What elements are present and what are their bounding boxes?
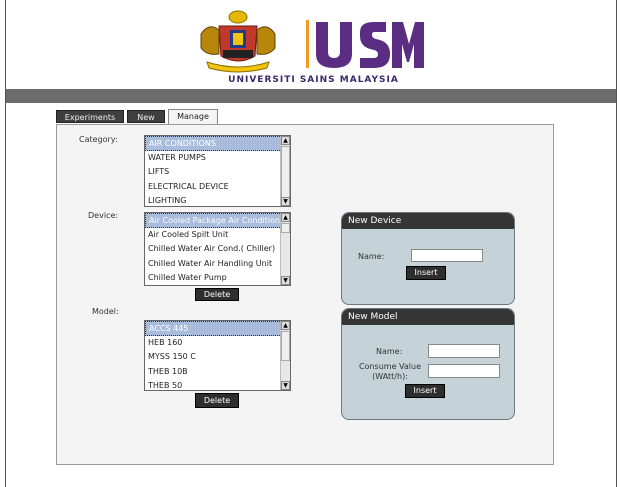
- model-name-label: Name:: [376, 347, 403, 356]
- device-name-label: Name:: [358, 252, 385, 261]
- consume-value-label-line2: (WAtt/h):: [372, 372, 408, 381]
- consume-value-label-line1: Consume Value: [359, 362, 422, 371]
- consume-value-label: Consume Value (WAtt/h):: [359, 362, 421, 382]
- usm-wordmark-logo: [306, 20, 424, 68]
- device-insert-button[interactable]: Insert: [406, 266, 446, 280]
- model-name-input[interactable]: [428, 344, 500, 358]
- list-item[interactable]: LIFTS: [145, 165, 290, 180]
- tab-new[interactable]: New: [127, 110, 165, 123]
- model-insert-button[interactable]: Insert: [405, 384, 445, 398]
- list-item[interactable]: LIGHTING: [145, 194, 290, 206]
- category-label: Category:: [79, 135, 118, 144]
- scroll-up-icon[interactable]: ▲: [281, 321, 290, 330]
- device-name-input[interactable]: [411, 249, 483, 262]
- device-label: Device:: [88, 211, 119, 220]
- scroll-thumb[interactable]: [281, 223, 290, 233]
- list-item[interactable]: ELECTRICAL DEVICE: [145, 180, 290, 195]
- list-item[interactable]: WATER PUMPS: [145, 151, 290, 166]
- list-item[interactable]: MYSS 150 C: [145, 350, 290, 365]
- consume-value-input[interactable]: [428, 364, 500, 378]
- list-item[interactable]: Air Cooled Package Air Condition: [145, 213, 290, 228]
- university-crest-logo: [200, 10, 276, 73]
- list-item[interactable]: AIR CONDITIONS: [145, 136, 290, 151]
- scroll-up-icon[interactable]: ▲: [281, 136, 290, 145]
- scroll-down-icon[interactable]: ▼: [281, 276, 290, 285]
- category-listbox[interactable]: AIR CONDITIONS WATER PUMPS LIFTS ELECTRI…: [144, 135, 291, 207]
- device-listbox[interactable]: Air Cooled Package Air Condition Air Coo…: [144, 212, 291, 286]
- scroll-thumb[interactable]: [281, 331, 290, 361]
- model-delete-button[interactable]: Delete: [195, 393, 239, 408]
- list-item[interactable]: Air Cooled Spilt Unit: [145, 228, 290, 243]
- scroll-down-icon[interactable]: ▼: [281, 381, 290, 390]
- site-header: UNIVERSITI SAINS MALAYSIA: [6, 0, 616, 88]
- new-device-title: New Device: [342, 213, 514, 229]
- list-item[interactable]: Chilled Water Air Handling Unit: [145, 257, 290, 272]
- model-listbox[interactable]: ACCS 445 HEB 160 MYSS 150 C THEB 10B THE…: [144, 320, 291, 391]
- header-divider-band: [6, 89, 616, 103]
- model-label: Model:: [92, 307, 119, 316]
- list-item[interactable]: ACCS 445: [145, 321, 290, 336]
- category-scrollbar[interactable]: ▲ ▼: [280, 136, 290, 206]
- scroll-thumb[interactable]: [281, 146, 290, 198]
- scroll-down-icon[interactable]: ▼: [281, 197, 290, 206]
- list-item[interactable]: HEB 160: [145, 336, 290, 351]
- scroll-up-icon[interactable]: ▲: [281, 213, 290, 222]
- university-name: UNIVERSITI SAINS MALAYSIA: [228, 75, 399, 85]
- tab-experiments[interactable]: Experiments: [56, 110, 124, 123]
- device-delete-button[interactable]: Delete: [195, 288, 239, 301]
- new-model-title: New Model: [342, 309, 514, 325]
- device-scrollbar[interactable]: ▲ ▼: [280, 213, 290, 285]
- list-item[interactable]: Chilled Water Air Cond.( Chiller): [145, 242, 290, 257]
- list-item[interactable]: THEB 10B: [145, 365, 290, 380]
- model-scrollbar[interactable]: ▲ ▼: [280, 321, 290, 390]
- list-item[interactable]: THEB 50: [145, 379, 290, 390]
- tab-manage[interactable]: Manage: [168, 109, 218, 124]
- list-item[interactable]: Chilled Water Pump: [145, 271, 290, 285]
